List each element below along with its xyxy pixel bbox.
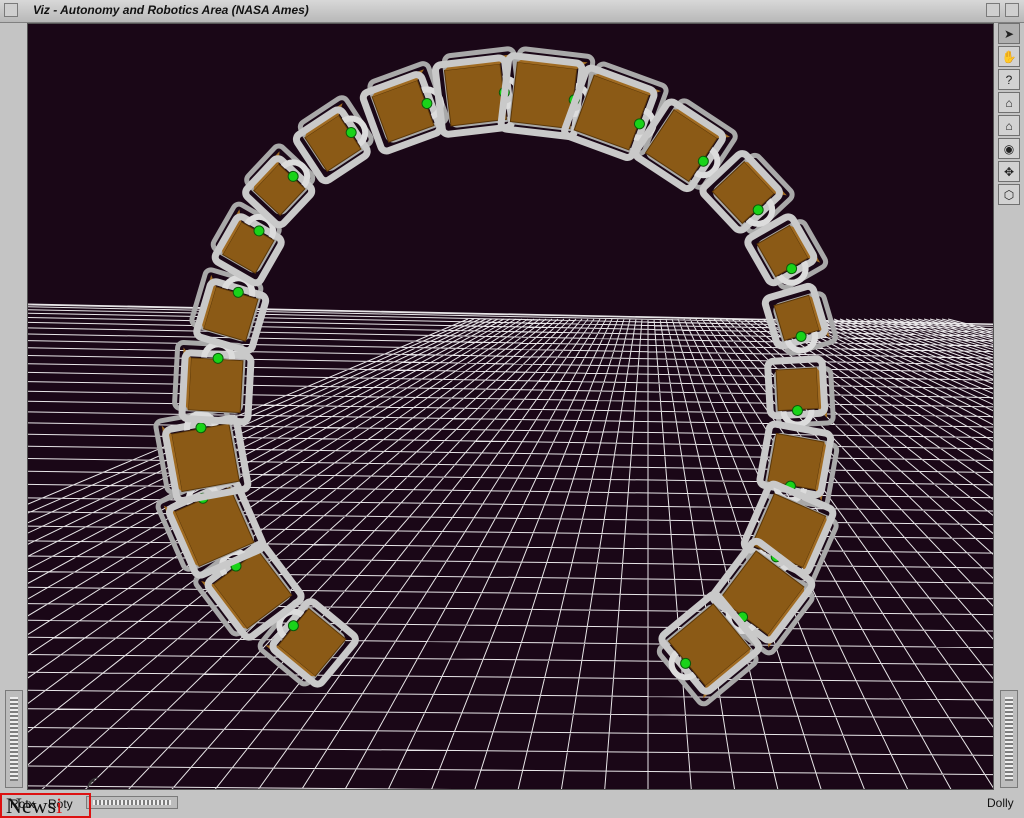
window-title: Viz - Autonomy and Robotics Area (NASA A…: [33, 3, 309, 17]
minimize-button[interactable]: [986, 3, 1000, 17]
home-icon[interactable]: ⌂: [998, 92, 1020, 113]
joint-marker: [791, 405, 803, 417]
pointer-icon[interactable]: ➤: [998, 23, 1020, 44]
module-body: [775, 367, 820, 412]
view-all-icon[interactable]: ◉: [998, 138, 1020, 159]
rotx-thumbwheel[interactable]: [5, 690, 23, 788]
hand-icon[interactable]: ✋: [998, 46, 1020, 67]
watermark-main: News: [6, 793, 57, 818]
3d-viewport[interactable]: [27, 23, 994, 790]
viewer-toolbar: ➤ ✋ ? ⌂ ⌂ ◉ ✥ ⬡: [996, 23, 1022, 213]
module-body: [170, 423, 240, 493]
scene-canvas[interactable]: [28, 24, 994, 790]
dolly-thumbwheel[interactable]: [1000, 690, 1018, 788]
window-titlebar: Viz - Autonomy and Robotics Area (NASA A…: [0, 0, 1024, 23]
roty-thumbwheel[interactable]: [86, 796, 178, 809]
window-menu-button[interactable]: [4, 3, 18, 17]
news-watermark: Newsi: [0, 793, 91, 818]
watermark-suffix: i: [56, 793, 63, 818]
module-body: [187, 357, 244, 414]
set-home-icon[interactable]: ⌂: [998, 115, 1020, 136]
perspective-icon[interactable]: ⬡: [998, 184, 1020, 205]
signal-icon: [87, 777, 99, 789]
module-body: [443, 63, 508, 127]
maximize-button[interactable]: [1005, 3, 1019, 17]
joint-marker: [212, 352, 224, 364]
help-icon[interactable]: ?: [998, 69, 1020, 90]
dolly-label: Dolly: [987, 796, 1014, 810]
seek-icon[interactable]: ✥: [998, 161, 1020, 182]
robot-module[interactable]: [172, 339, 255, 426]
